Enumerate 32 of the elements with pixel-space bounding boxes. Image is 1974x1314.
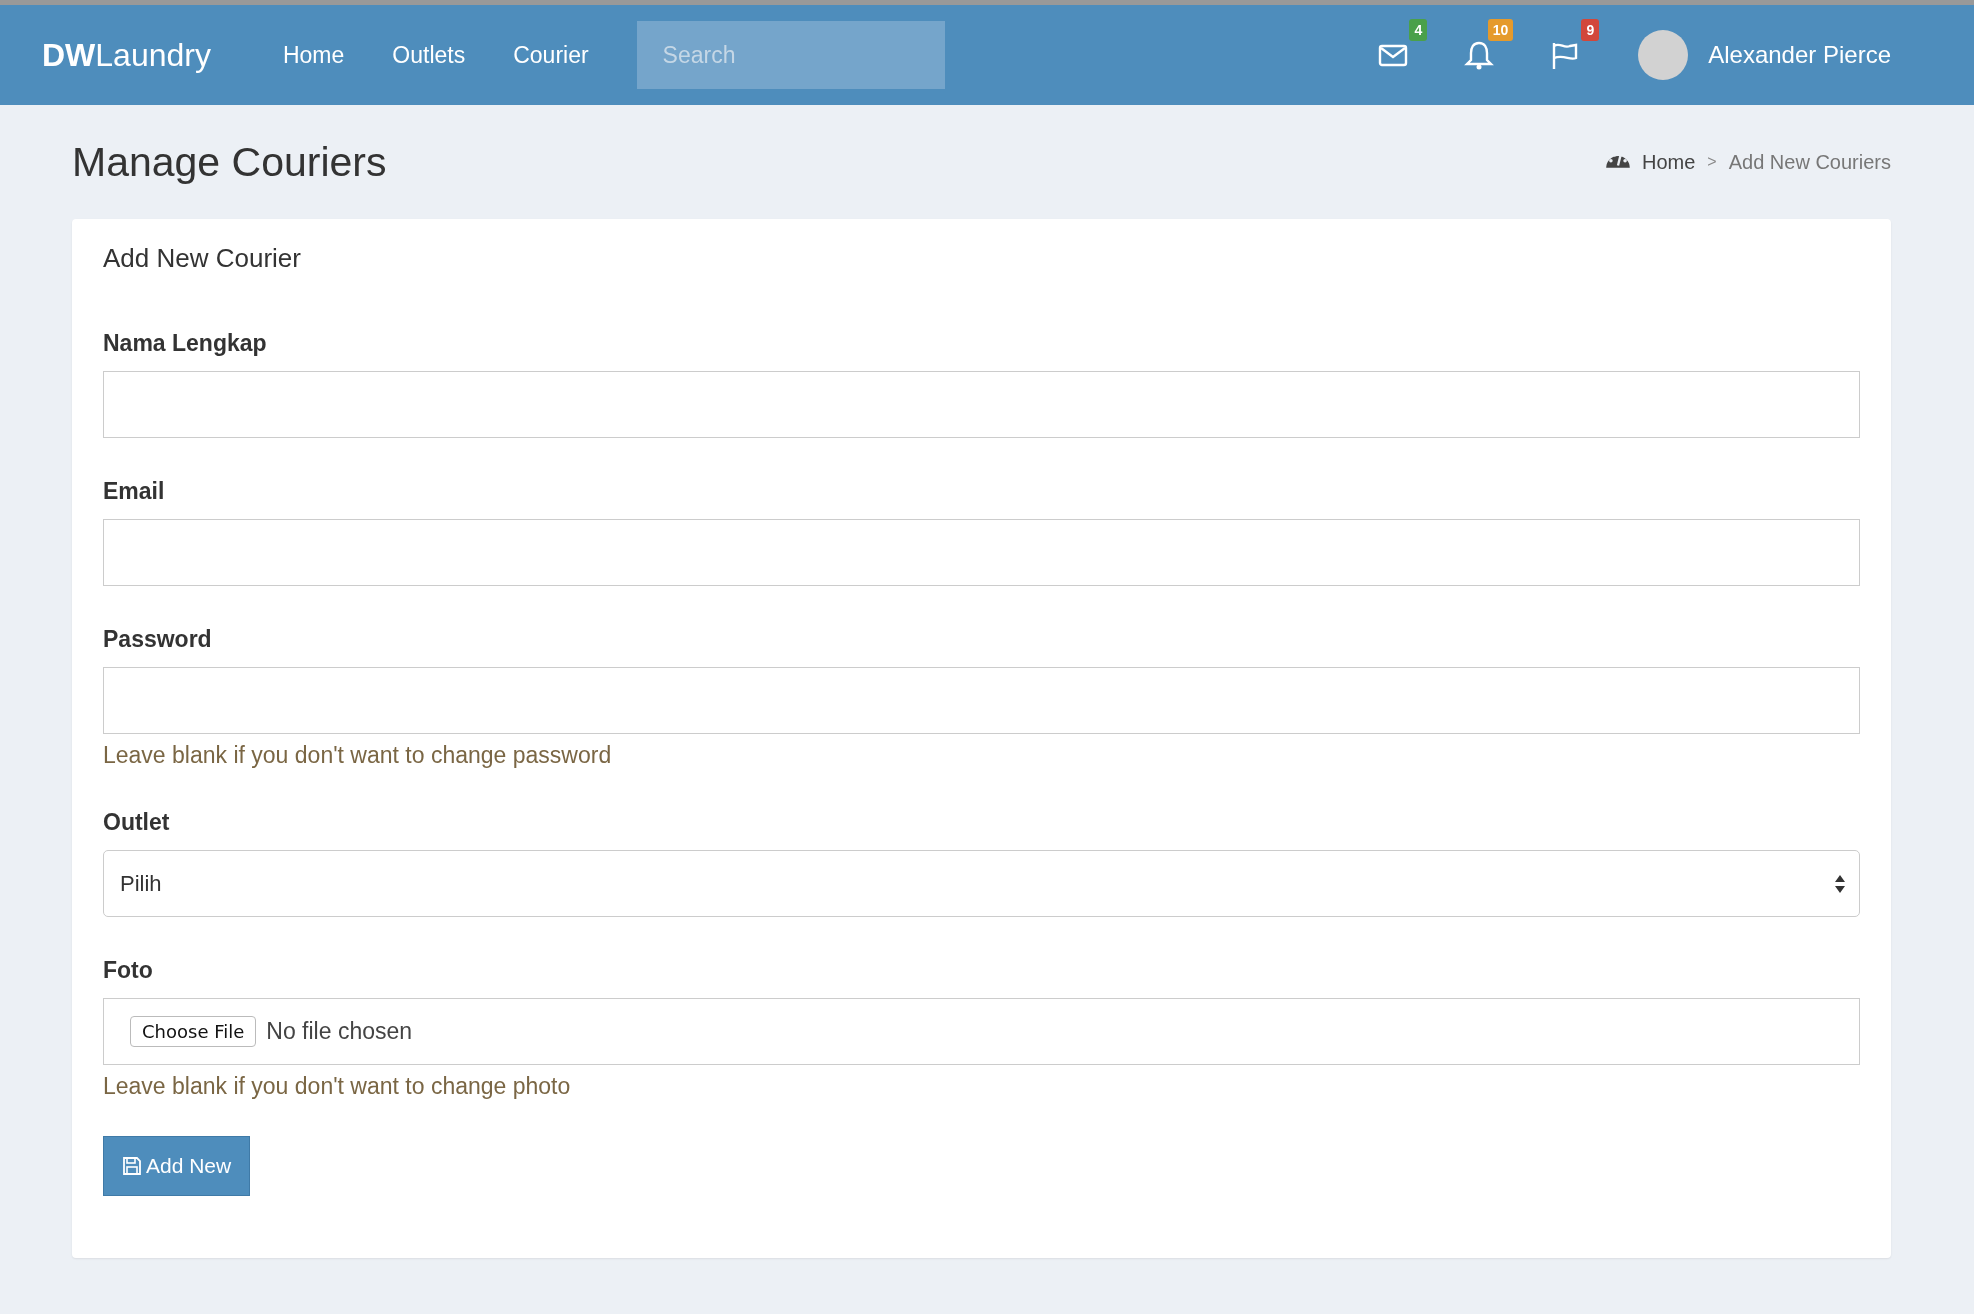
field-label: Outlet [103,809,171,836]
user-name[interactable]: Alexander Pierce [1708,41,1891,69]
avatar-circle[interactable] [1638,30,1689,80]
breadcrumb-separator: > [1707,153,1717,171]
count-badge: 10 [1487,19,1514,41]
breadcrumb-current: Add New Couriers [1728,150,1891,174]
count-badge: 9 [1581,19,1600,41]
field-label: Nama Lengkap [103,330,268,357]
field-label: Email [103,478,166,505]
count-badge: 4 [1409,19,1428,41]
page-title: Manage Couriers [72,138,387,186]
nav-link[interactable]: Outlets [368,41,490,69]
select-value: Pilih [120,870,162,897]
help-text: Leave blank if you don't want to change photo [103,1073,572,1100]
nav-link[interactable]: Home [258,41,369,69]
dashboard-gauge-icon [1606,155,1630,169]
password-field[interactable] [103,667,1860,734]
add-new-button[interactable]: Add New [103,1136,251,1196]
card-title: Add New Courier [103,243,302,274]
nav-link[interactable]: Courier [489,41,613,69]
brand-logo[interactable]: DWLaundry [42,36,211,74]
field-label: Foto [103,957,154,984]
field-label: Password [103,626,213,653]
input-field[interactable] [103,371,1860,438]
help-text: Leave blank if you don't want to change password [103,742,613,769]
input-field[interactable] [103,519,1860,586]
breadcrumb-link[interactable]: Home [1642,150,1696,174]
select-field[interactable]: Pilih [103,850,1860,917]
file-status: No file chosen [266,1018,413,1045]
choose-file-button[interactable]: Choose File [130,1016,257,1047]
bell-icon[interactable] [1463,40,1496,70]
search-field[interactable]: Search [636,21,945,89]
